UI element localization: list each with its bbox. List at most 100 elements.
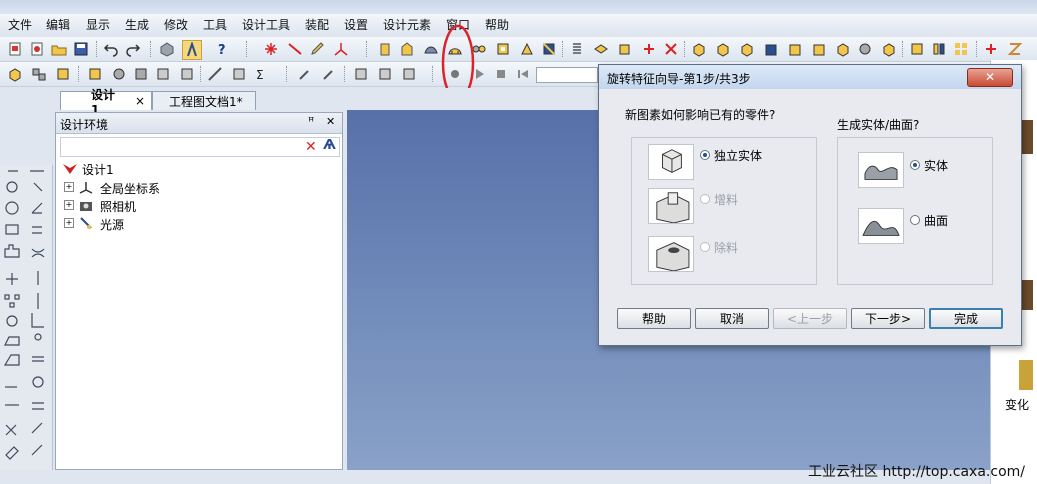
z-icon[interactable] bbox=[1006, 40, 1024, 58]
save-icon[interactable] bbox=[72, 40, 90, 58]
grid-icon[interactable] bbox=[952, 40, 970, 58]
radio-remove-material[interactable] bbox=[700, 242, 710, 252]
menu-settings[interactable]: 设置 bbox=[344, 16, 368, 33]
ai-tool-icon[interactable] bbox=[182, 40, 202, 60]
left-tool-icons[interactable] bbox=[0, 165, 52, 470]
tree-item-label: 设计1 bbox=[82, 163, 114, 177]
block-icon[interactable] bbox=[592, 40, 610, 58]
menu-help[interactable]: 帮助 bbox=[485, 16, 509, 33]
cube-icon[interactable] bbox=[616, 40, 634, 58]
clear-filter-icon[interactable]: ✕ bbox=[305, 139, 317, 155]
solid-icon[interactable] bbox=[690, 40, 708, 58]
fit-icon[interactable] bbox=[908, 40, 926, 58]
solid2-icon[interactable] bbox=[714, 40, 732, 58]
array-icon[interactable] bbox=[178, 65, 196, 83]
fillet-icon[interactable] bbox=[540, 40, 558, 58]
expand-icon[interactable]: + bbox=[64, 200, 74, 210]
whats-this-icon[interactable]: ? bbox=[214, 40, 232, 58]
spring-icon[interactable] bbox=[568, 40, 586, 58]
shell-icon[interactable] bbox=[494, 40, 512, 58]
panel-close-icon[interactable]: ✕ bbox=[326, 115, 335, 128]
stop-icon[interactable] bbox=[492, 65, 510, 83]
solid3-icon[interactable] bbox=[738, 40, 756, 58]
menu-modify[interactable]: 修改 bbox=[164, 16, 188, 33]
menu-assembly[interactable]: 装配 bbox=[305, 16, 329, 33]
pencil-icon[interactable] bbox=[308, 40, 326, 58]
camera-icon bbox=[80, 202, 92, 211]
sigma-icon[interactable]: Σ bbox=[254, 65, 272, 83]
solid6-icon[interactable] bbox=[810, 40, 828, 58]
filter-tool-icon[interactable]: Ѧ bbox=[323, 138, 336, 153]
radio-solid[interactable] bbox=[910, 160, 920, 170]
menu-tools[interactable]: 工具 bbox=[203, 16, 227, 33]
line-icon[interactable] bbox=[286, 40, 304, 58]
distance-icon[interactable] bbox=[230, 65, 248, 83]
expand-icon[interactable]: + bbox=[64, 182, 74, 192]
finish-button[interactable]: 完成 bbox=[929, 308, 1003, 329]
pin-icon[interactable]: ꟸ bbox=[308, 115, 314, 128]
view1-icon[interactable] bbox=[352, 65, 370, 83]
rotate-icon[interactable] bbox=[110, 65, 128, 83]
draft-icon[interactable] bbox=[518, 40, 536, 58]
move-icon[interactable] bbox=[86, 65, 104, 83]
solid4-icon[interactable] bbox=[762, 40, 780, 58]
menu-edit[interactable]: 编辑 bbox=[46, 16, 70, 33]
coordinate-icon bbox=[79, 182, 93, 194]
add-part-icon[interactable] bbox=[982, 40, 1000, 58]
add-point-icon[interactable] bbox=[640, 40, 658, 58]
new-drawing-icon[interactable] bbox=[28, 40, 46, 58]
extrude-icon[interactable] bbox=[376, 40, 394, 58]
tab-design1[interactable]: 设计1 × bbox=[60, 88, 152, 117]
solid7-icon[interactable] bbox=[834, 40, 852, 58]
prev-step-button[interactable]: <上一步 bbox=[773, 308, 847, 329]
menu-file[interactable]: 文件 bbox=[8, 16, 32, 33]
panel-title: 设计环境 bbox=[60, 118, 109, 132]
dialog-close-button[interactable]: ✕ bbox=[967, 68, 1013, 87]
close-icon[interactable]: × bbox=[135, 94, 145, 108]
radio-add-material[interactable] bbox=[700, 194, 710, 204]
help-button[interactable]: 帮助 bbox=[617, 308, 691, 329]
animation-slider[interactable] bbox=[536, 67, 598, 83]
split-icon[interactable] bbox=[930, 40, 948, 58]
radio-independent-solid[interactable] bbox=[700, 150, 710, 160]
question-right: 生成实体/曲面? bbox=[837, 118, 920, 132]
surface-image bbox=[858, 208, 904, 244]
sketch-icon[interactable] bbox=[54, 65, 72, 83]
cancel-button[interactable]: 取消 bbox=[695, 308, 769, 329]
menu-view[interactable]: 显示 bbox=[86, 16, 110, 33]
next-step-button[interactable]: 下一步> bbox=[851, 308, 925, 329]
undo-icon[interactable] bbox=[102, 40, 120, 58]
tab-label: 工程图文档1* bbox=[169, 94, 243, 109]
radio-surface[interactable] bbox=[910, 215, 920, 225]
rewind-icon[interactable] bbox=[514, 65, 532, 83]
remove-material-image bbox=[648, 236, 694, 272]
solid9-icon[interactable] bbox=[880, 40, 898, 58]
toolbar-separator bbox=[684, 41, 687, 57]
measure-icon[interactable] bbox=[206, 65, 224, 83]
toolbar-separator bbox=[902, 41, 905, 57]
menu-design-tools[interactable]: 设计工具 bbox=[242, 16, 290, 33]
menu-design-elements[interactable]: 设计元素 bbox=[383, 16, 431, 33]
solid8-icon[interactable] bbox=[856, 40, 874, 58]
asterisk-icon[interactable] bbox=[262, 40, 280, 58]
pick-icon[interactable] bbox=[296, 65, 314, 83]
part-effect-group: 独立实体 增料 除料 bbox=[631, 137, 817, 285]
expand-icon[interactable]: + bbox=[64, 218, 74, 228]
pick2-icon[interactable] bbox=[320, 65, 338, 83]
menu-generate[interactable]: 生成 bbox=[125, 16, 149, 33]
shape-icon[interactable] bbox=[158, 40, 176, 58]
view2-icon[interactable] bbox=[376, 65, 394, 83]
delete-icon[interactable] bbox=[662, 40, 680, 58]
part-icon[interactable] bbox=[6, 65, 24, 83]
axis-icon[interactable] bbox=[332, 40, 350, 58]
view3-icon[interactable] bbox=[400, 65, 418, 83]
open-icon[interactable] bbox=[50, 40, 68, 58]
solid5-icon[interactable] bbox=[786, 40, 804, 58]
sweep-icon[interactable] bbox=[398, 40, 416, 58]
new-icon[interactable] bbox=[6, 40, 24, 58]
redo-icon[interactable] bbox=[124, 40, 142, 58]
mirror-icon[interactable] bbox=[154, 65, 172, 83]
tab-drawing1[interactable]: 工程图文档1* bbox=[152, 91, 256, 110]
align-icon[interactable] bbox=[132, 65, 150, 83]
assembly-icon[interactable] bbox=[30, 65, 48, 83]
